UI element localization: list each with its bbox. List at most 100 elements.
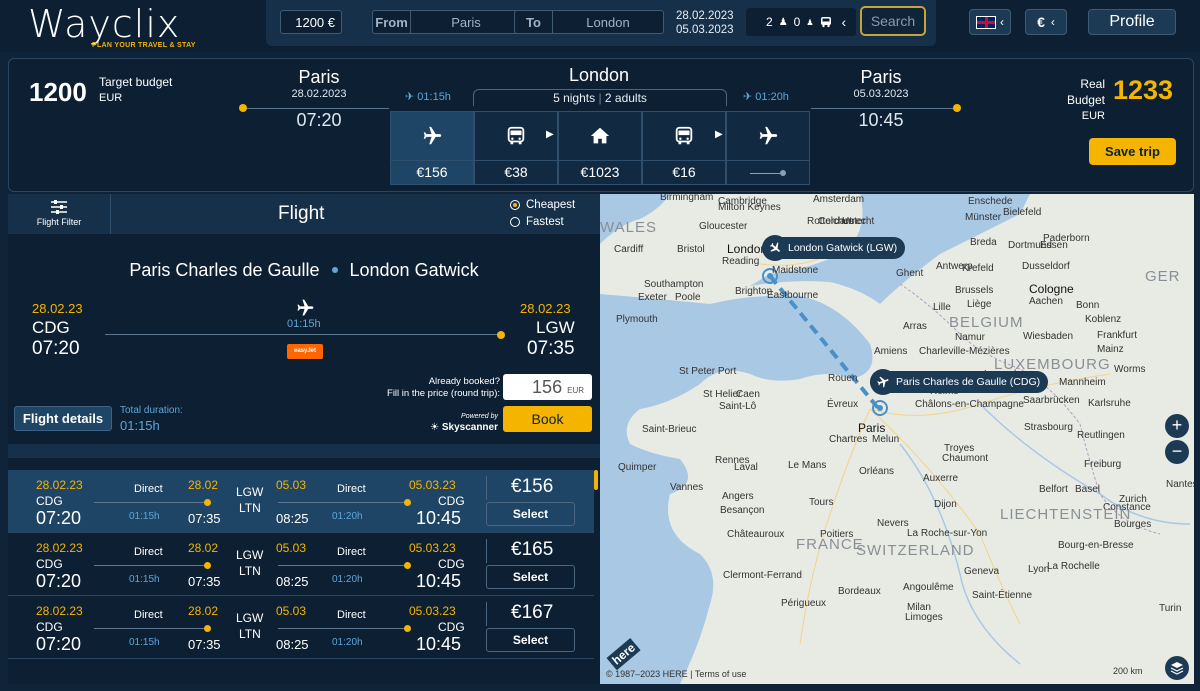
sort-fastest[interactable]: Fastest [510,216,564,228]
map-label: Birmingham [660,194,714,203]
real-currency: EUR [1081,110,1105,122]
map-label: Évreux [827,399,859,410]
out-time: 07:20 [36,571,82,591]
panel-divider [8,444,600,458]
map-label: Plymouth [616,314,658,325]
save-trip-button[interactable]: Save trip [1089,138,1176,165]
currency-button[interactable]: € ‹ [1025,9,1067,35]
to-field[interactable]: To London [514,10,664,34]
arrow-right-icon: ▶ [715,129,723,140]
search-bar: 1200 € From Paris To London 28.02.2023 0… [266,0,936,46]
logo-text: Wayclix [28,2,181,46]
map-label: Auxerre [923,473,959,484]
from-field[interactable]: From Paris [372,10,522,34]
map-label: Caen [736,389,760,400]
departure-code: CDG [32,318,70,337]
map-label: BELGIUM [949,314,1024,331]
timeline-end-dot [953,104,961,112]
map-label: Reutlingen [1077,430,1125,441]
search-button[interactable]: Search [860,6,926,36]
result-row[interactable]: 28.02.23 CDG 07:20 Direct 01:15h 28.02 0… [8,596,594,659]
layers-button[interactable] [1165,656,1189,680]
return-time: 10:45 [858,110,904,130]
sort-cheapest[interactable]: Cheapest [510,199,575,211]
result-price: €156 [511,476,554,497]
ret-type: Direct [337,609,366,621]
from-label: From [373,11,411,33]
map-label: Quimper [618,462,657,473]
out-type: Direct [134,609,163,621]
map-label: Mannheim [1059,377,1106,388]
result-row[interactable]: 28.02.23 CDG 07:20 Direct 01:15h 28.02 0… [8,470,594,533]
plane-icon [727,112,809,160]
out-code: CDG [36,620,63,634]
segment-accommodation[interactable]: €1023 [558,111,642,185]
segment-return-flight[interactable] [726,111,810,185]
book-button[interactable]: Book [503,406,592,432]
ret-code: CDG [438,557,465,571]
flight-details-button[interactable]: Flight details [14,406,112,431]
segment-transfer-bus[interactable]: €38 [474,111,558,185]
budget-input[interactable]: 1200 € [280,10,342,34]
map-label: Lyon [1028,564,1050,575]
map-label: Dijon [934,499,957,510]
map-label: Karlsruhe [1088,398,1131,409]
language-button[interactable]: ‹ [969,9,1011,35]
adult-icon: ♟ [778,16,788,28]
chevron-left-icon[interactable]: ‹ [842,14,847,30]
flight-panel-header: Flight Filter Flight Cheapest Fastest [8,194,600,234]
segment-outbound-flight[interactable]: €156 [390,111,474,185]
map-label: Ghent [896,268,924,279]
ret-arr-time: 10:45 [416,634,462,654]
profile-button[interactable]: Profile [1088,9,1176,35]
target-budget-label: Target budget EUR [99,74,172,106]
map-label: Namur [955,332,986,343]
ret-type: Direct [337,483,366,495]
map-scale-label: 200 km [1113,666,1143,676]
loading-line [750,172,780,174]
travelers-selector[interactable]: 2 ♟ 0 ♟ ‹ [746,8,856,36]
map-label: Bristol [677,244,705,255]
map-label: Dusseldorf [1022,261,1070,272]
flight-filter-button[interactable]: Flight Filter [8,194,111,234]
ret-type: Direct [337,546,366,558]
map-label: Limoges [905,612,943,623]
date-range[interactable]: 28.02.2023 05.03.2023 [676,9,734,37]
segment-return-bus[interactable]: €16 [642,111,726,185]
result-row[interactable]: 28.02.23 CDG 07:20 Direct 01:15h 28.02 0… [8,533,594,596]
results-scrollbar[interactable] [594,470,598,490]
uk-flag-icon [976,15,996,29]
to-value: London [586,14,630,30]
sort-fastest-label: Fastest [526,216,564,228]
date-back: 05.03.2023 [676,24,734,36]
map-label: Angoulême [903,582,954,593]
out-line [94,565,206,566]
select-button[interactable]: Select [486,628,575,652]
out-arr-date: 28.02 [188,541,219,555]
select-button[interactable]: Select [486,565,575,589]
zoom-in-button[interactable]: + [1165,414,1189,438]
map-label: Eastbourne [767,290,819,301]
kids-count: 0 [793,15,801,29]
map-label: Angers [722,491,754,502]
logo-tagline: PLAN YOUR TRAVEL & STAY [92,42,196,49]
landing-plane-icon [762,235,788,261]
hub-2: LTN [239,627,261,641]
ret-duration: 01:20h [332,637,363,648]
pin-london-gatwick[interactable]: London Gatwick (LGW) [762,235,906,261]
select-button[interactable]: Select [486,502,575,526]
out-line-dot [204,562,211,569]
zoom-out-button[interactable]: − [1165,440,1189,464]
map-label: Bourg-en-Bresse [1058,540,1134,551]
map-attribution[interactable]: © 1987–2023 HERE | Terms of use [606,669,746,679]
map-label: Geneva [964,566,1000,577]
map-label: Laval [734,462,758,473]
logo[interactable]: Wayclix PLAN YOUR TRAVEL & STAY [28,2,195,49]
map[interactable]: Birmingham Cambridge Amsterdam Enschede Milt… [600,194,1194,684]
price-separator [486,602,487,626]
map-label: Cardiff [614,244,644,255]
booked-price-input[interactable]: 156 EUR [503,374,592,400]
outbound-duration-text: 01:15h [417,91,451,103]
pin-paris-cdg[interactable]: Paris Charles de Gaulle (CDG) [870,369,1049,395]
to-airport: London Gatwick [349,260,479,280]
